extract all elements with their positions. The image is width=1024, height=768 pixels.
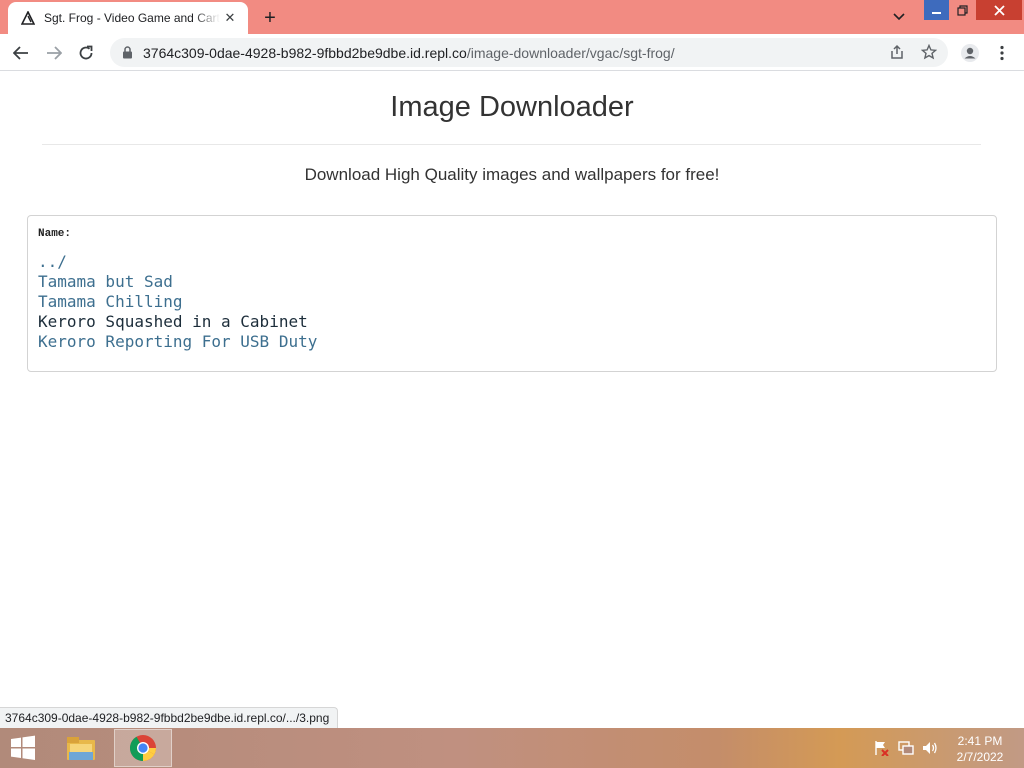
share-icon[interactable] bbox=[888, 43, 906, 61]
tab-search-chevron-icon[interactable] bbox=[888, 8, 910, 26]
page-viewport: Image Downloader Download High Quality i… bbox=[0, 72, 1024, 728]
list-item-link[interactable]: Keroro Squashed in a Cabinet bbox=[38, 312, 986, 332]
file-explorer-taskbar-icon[interactable] bbox=[52, 729, 110, 767]
page-subtitle: Download High Quality images and wallpap… bbox=[304, 165, 720, 184]
title-divider bbox=[42, 144, 981, 145]
windows-taskbar: 2:41 PM 2/7/2022 bbox=[0, 728, 1024, 768]
browser-toolbar: 3764c309-0dae-4928-b982-9fbbd2be9dbe.id.… bbox=[0, 34, 1024, 71]
url-host: 3764c309-0dae-4928-b982-9fbbd2be9dbe.id.… bbox=[143, 44, 467, 61]
window-minimize-button[interactable] bbox=[924, 0, 949, 20]
address-url: 3764c309-0dae-4928-b982-9fbbd2be9dbe.id.… bbox=[143, 45, 675, 61]
name-column-header: Name: bbox=[38, 228, 72, 240]
lock-icon[interactable] bbox=[120, 46, 134, 60]
address-bar[interactable]: 3764c309-0dae-4928-b982-9fbbd2be9dbe.id.… bbox=[110, 38, 948, 67]
browser-tab-active[interactable]: Sgt. Frog - Video Game and Cartoon ✕ bbox=[8, 2, 248, 34]
windows-start-icon[interactable] bbox=[6, 734, 40, 762]
back-arrow-icon[interactable] bbox=[8, 40, 34, 66]
page-title: Image Downloader bbox=[390, 91, 634, 123]
reload-icon[interactable] bbox=[73, 40, 99, 66]
forward-arrow-icon[interactable] bbox=[41, 40, 67, 66]
tab-title: Sgt. Frog - Video Game and Cartoon bbox=[44, 11, 220, 25]
browser-tab-strip: Sgt. Frog - Video Game and Cartoon ✕ + bbox=[0, 0, 1024, 34]
profile-avatar-icon[interactable] bbox=[957, 40, 983, 66]
replit-favicon-icon bbox=[20, 10, 36, 26]
speaker-volume-icon[interactable] bbox=[922, 740, 938, 756]
new-tab-button[interactable]: + bbox=[258, 6, 282, 30]
parent-directory-link[interactable]: ../ bbox=[38, 252, 986, 272]
clock-date: 2/7/2022 bbox=[956, 750, 1004, 764]
kebab-menu-icon[interactable] bbox=[989, 40, 1015, 66]
window-restore-button[interactable] bbox=[950, 0, 975, 20]
network-icon[interactable] bbox=[898, 740, 914, 756]
chrome-taskbar-icon[interactable] bbox=[114, 729, 172, 767]
system-clock[interactable]: 2:41 PM 2/7/2022 bbox=[950, 733, 1010, 765]
bookmark-star-icon[interactable] bbox=[920, 43, 938, 61]
clock-time: 2:41 PM bbox=[957, 734, 1003, 748]
directory-listing: Name: ../ Tamama but Sad Tamama Chilling… bbox=[27, 215, 997, 372]
list-item-link[interactable]: Tamama but Sad bbox=[38, 272, 986, 292]
list-item-link[interactable]: Tamama Chilling bbox=[38, 292, 986, 312]
link-status-bubble: 3764c309-0dae-4928-b982-9fbbd2be9dbe.id.… bbox=[0, 707, 339, 728]
action-center-flag-icon[interactable] bbox=[873, 740, 889, 756]
url-path: /image-downloader/vgac/sgt-frog/ bbox=[466, 44, 675, 61]
listing-entries: ../ Tamama but Sad Tamama Chilling Keror… bbox=[38, 252, 986, 352]
window-close-button[interactable] bbox=[976, 0, 1022, 20]
list-item-link[interactable]: Keroro Reporting For USB Duty bbox=[38, 332, 986, 352]
tab-close-icon[interactable]: ✕ bbox=[220, 8, 240, 28]
